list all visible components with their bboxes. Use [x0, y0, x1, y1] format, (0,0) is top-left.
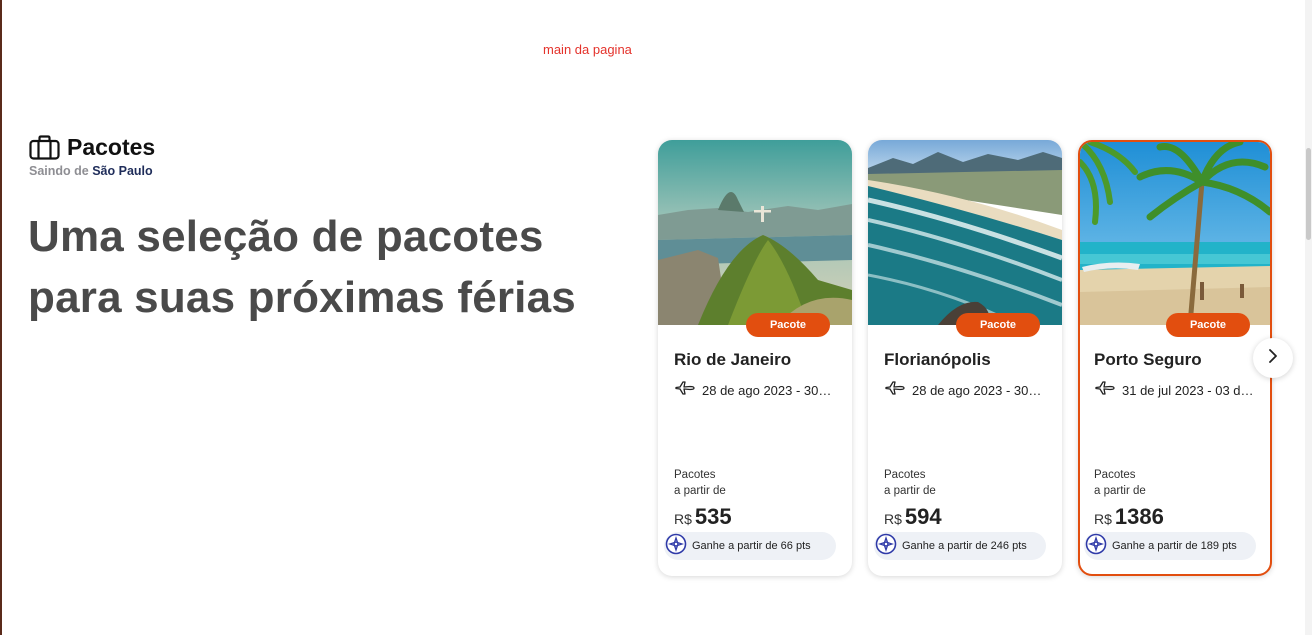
price-label: Pacotes a partir de	[674, 467, 726, 499]
departure-prefix: Saindo de	[29, 164, 89, 178]
carousel-next-button[interactable]	[1253, 338, 1293, 378]
price-label-line-1: Pacotes	[884, 469, 926, 481]
travel-dates: 31 de jul 2023 - 03 de ago 2023	[1094, 379, 1254, 402]
section-title-row: Pacotes	[29, 134, 155, 161]
price-label-line-2: a partir de	[674, 485, 726, 497]
package-badge: Pacote	[1166, 313, 1250, 337]
points-compass-icon	[665, 533, 687, 560]
package-card-rio-de-janeiro[interactable]: Pacote Rio de Janeiro 28 de ago 2023 - 3…	[658, 140, 852, 576]
points-pill: Ganhe a partir de 66 pts	[664, 532, 836, 560]
points-compass-icon	[875, 533, 897, 560]
travel-dates: 28 de ago 2023 - 30 de ago 2023	[674, 379, 834, 402]
price-label-line-2: a partir de	[1094, 485, 1146, 497]
destination-image	[868, 140, 1062, 325]
airplane-icon	[674, 379, 696, 402]
suitcase-icon	[29, 135, 60, 160]
package-card-porto-seguro[interactable]: Pacote Porto Seguro 31 de jul 2023 - 03 …	[1078, 140, 1272, 576]
travel-dates-text: 31 de jul 2023 - 03 de ago 2023	[1122, 383, 1254, 398]
scrollbar-thumb[interactable]	[1306, 148, 1311, 240]
headline-line-1: Uma seleção de pacotes	[28, 212, 544, 261]
departure-city[interactable]: São Paulo	[92, 164, 152, 178]
section-header: Pacotes Saindo de São Paulo	[29, 134, 155, 178]
price: R$ 535	[674, 504, 732, 530]
destination-city: Rio de Janeiro	[674, 350, 792, 369]
destination-image	[1080, 142, 1270, 325]
airplane-icon	[1094, 379, 1116, 402]
destination-city: Florianópolis	[884, 350, 991, 369]
headline-line-2: para suas próximas férias	[28, 273, 576, 322]
destination-image	[658, 140, 852, 325]
price-currency: R$	[884, 511, 902, 527]
travel-dates-text: 28 de ago 2023 - 30 de ago 2023	[702, 383, 834, 398]
travel-dates-text: 28 de ago 2023 - 30 de ago 2023	[912, 383, 1044, 398]
airplane-icon	[884, 379, 906, 402]
price-label: Pacotes a partir de	[884, 467, 936, 499]
points-pill: Ganhe a partir de 189 pts	[1084, 532, 1256, 560]
main-placeholder-text: main da pagina	[543, 42, 632, 57]
departure-subtitle: Saindo de São Paulo	[29, 164, 155, 178]
points-compass-icon	[1085, 533, 1107, 560]
destination-city: Porto Seguro	[1094, 350, 1202, 369]
price-label-line-2: a partir de	[884, 485, 936, 497]
package-badge: Pacote	[746, 313, 830, 337]
price-value: 594	[904, 504, 942, 529]
points-text: Ganhe a partir de 246 pts	[902, 540, 1027, 552]
section-headline: Uma seleção de pacotes para suas próxima…	[28, 206, 628, 328]
vertical-scrollbar[interactable]	[1305, 0, 1312, 635]
chevron-right-icon	[1267, 348, 1279, 369]
package-card-florianopolis[interactable]: Pacote Florianópolis 28 de ago 2023 - 30…	[868, 140, 1062, 576]
price-label-line-1: Pacotes	[674, 469, 716, 481]
price-label-line-1: Pacotes	[1094, 469, 1136, 481]
price-value: 1386	[1114, 504, 1164, 529]
package-badge: Pacote	[956, 313, 1040, 337]
price-label: Pacotes a partir de	[1094, 467, 1146, 499]
points-text: Ganhe a partir de 189 pts	[1112, 540, 1237, 552]
price: R$ 1386	[1094, 504, 1164, 530]
price-value: 535	[694, 504, 732, 529]
section-title: Pacotes	[67, 134, 156, 160]
price-currency: R$	[1094, 511, 1112, 527]
price: R$ 594	[884, 504, 942, 530]
price-currency: R$	[674, 511, 692, 527]
points-pill: Ganhe a partir de 246 pts	[874, 532, 1046, 560]
window-left-border	[0, 0, 2, 635]
travel-dates: 28 de ago 2023 - 30 de ago 2023	[884, 379, 1044, 402]
points-text: Ganhe a partir de 66 pts	[692, 540, 811, 552]
